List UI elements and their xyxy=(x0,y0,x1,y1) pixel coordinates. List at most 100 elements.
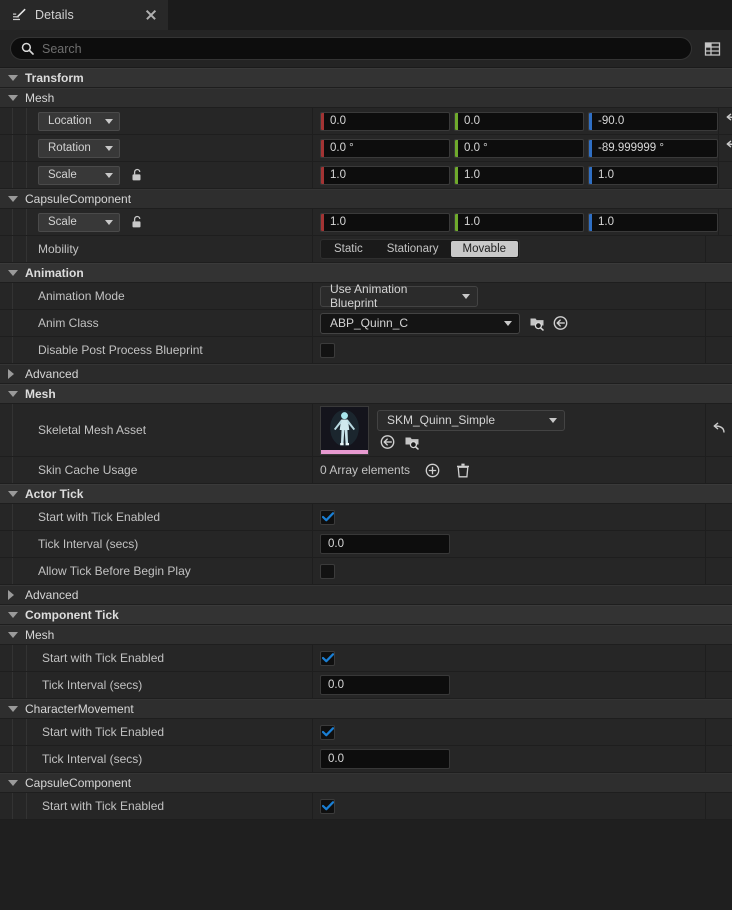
character-thumbnail[interactable] xyxy=(320,405,369,455)
skeletal-mesh-asset-reset-cell xyxy=(705,404,732,456)
capsule-scale-z-field[interactable]: 1.0 xyxy=(588,212,718,232)
column-settings-icon[interactable] xyxy=(700,37,724,61)
details-panel: Details Search Transform Mesh Location 0… xyxy=(0,0,732,910)
location-z-field[interactable]: -90.0 xyxy=(588,111,718,131)
scale-x-field[interactable]: 1.0 xyxy=(320,165,450,185)
category-actor-tick-advanced[interactable]: Advanced xyxy=(0,585,732,605)
disable-ppbp-checkbox[interactable] xyxy=(320,342,335,358)
browse-asset-icon[interactable] xyxy=(404,434,421,451)
search-input[interactable]: Search xyxy=(10,37,692,60)
capsule-scale-vector: 1.0 1.0 1.0 xyxy=(320,212,718,232)
reset-arrow-icon[interactable] xyxy=(724,140,732,157)
ctcharmove-tick-interval-reset-cell xyxy=(705,746,732,772)
anim-class-dropdown[interactable]: ABP_Quinn_C xyxy=(320,312,520,334)
mobility-option-static[interactable]: Static xyxy=(322,241,375,257)
rotation-x-field[interactable]: 0.0 ° xyxy=(320,138,450,158)
row-label-cell: Tick Interval (secs) xyxy=(0,672,313,698)
ctmesh-start-with-tick-checkbox[interactable] xyxy=(320,650,335,666)
anim-class-value: ABP_Quinn_C xyxy=(330,316,409,330)
rotation-x-value: 0.0 ° xyxy=(330,142,354,154)
chevron-down-icon xyxy=(105,219,113,225)
row-value-cell xyxy=(313,645,705,671)
capsule-scale-y-value: 1.0 xyxy=(464,216,480,228)
row-value-cell xyxy=(313,504,705,530)
location-dropdown[interactable]: Location xyxy=(38,111,121,131)
location-x-field[interactable]: 0.0 xyxy=(320,111,450,131)
category-component-tick[interactable]: Component Tick xyxy=(0,605,732,625)
mobility-option-stationary[interactable]: Stationary xyxy=(375,241,451,257)
skeletal-mesh-asset-label: Skeletal Mesh Asset xyxy=(38,423,147,437)
actor-tick-interval-field[interactable]: 0.0 xyxy=(320,534,450,554)
capsule-scale-label: Scale xyxy=(48,216,77,228)
category-component-tick-charactermovement[interactable]: CharacterMovement xyxy=(0,699,732,719)
ctcapsule-start-with-tick-reset-cell xyxy=(705,793,732,819)
location-y-field[interactable]: 0.0 xyxy=(454,111,584,131)
category-mesh[interactable]: Mesh xyxy=(0,384,732,404)
actor-start-with-tick-checkbox[interactable] xyxy=(320,509,335,525)
row-value-cell: ABP_Quinn_C xyxy=(313,310,705,336)
scale-reset-cell xyxy=(718,162,732,188)
capsule-scale-y-field[interactable]: 1.0 xyxy=(454,212,584,232)
close-icon[interactable] xyxy=(144,8,158,22)
reset-arrow-icon[interactable] xyxy=(724,113,732,130)
browse-asset-icon[interactable] xyxy=(529,315,546,332)
scale-label: Scale xyxy=(48,169,77,181)
row-label-cell: Start with Tick Enabled xyxy=(0,719,313,745)
ctmesh-tick-interval-label: Tick Interval (secs) xyxy=(42,678,143,692)
ctcharmove-tick-interval-field[interactable]: 0.0 xyxy=(320,749,450,769)
capsule-scale-dropdown[interactable]: Scale xyxy=(38,212,120,232)
row-label-cell: Start with Tick Enabled xyxy=(0,504,313,530)
capsule-scale-x-field[interactable]: 1.0 xyxy=(320,212,450,232)
rotation-z-field[interactable]: -89.999999 ° xyxy=(588,138,718,158)
category-component-tick-capsulecomponent[interactable]: CapsuleComponent xyxy=(0,773,732,793)
category-label: Animation xyxy=(25,266,84,280)
use-selected-asset-icon[interactable] xyxy=(379,434,396,451)
chevron-down-icon xyxy=(105,172,113,178)
category-capsulecomponent[interactable]: CapsuleComponent xyxy=(0,189,732,209)
scale-dropdown[interactable]: Scale xyxy=(38,165,120,185)
add-element-icon[interactable] xyxy=(424,462,441,479)
category-animation[interactable]: Animation xyxy=(0,263,732,283)
mobility-option-movable[interactable]: Movable xyxy=(450,241,519,257)
category-transform-mesh[interactable]: Mesh xyxy=(0,88,732,108)
delete-all-icon[interactable] xyxy=(455,462,472,479)
rotation-y-field[interactable]: 0.0 ° xyxy=(454,138,584,158)
actor-tick-interval-value: 0.0 xyxy=(328,538,344,550)
allow-tick-before-begin-label: Allow Tick Before Begin Play xyxy=(38,564,191,578)
chevron-right-icon xyxy=(8,369,14,379)
tab-details[interactable]: Details xyxy=(0,0,168,30)
scale-z-field[interactable]: 1.0 xyxy=(588,165,718,185)
rotation-reset-cell xyxy=(718,135,732,161)
unlock-icon[interactable] xyxy=(130,215,144,229)
chevron-right-icon xyxy=(8,590,14,600)
row-value-cell: 0.0 xyxy=(313,672,705,698)
chevron-down-icon xyxy=(8,391,18,397)
reset-arrow-icon[interactable] xyxy=(711,422,728,439)
animation-mode-dropdown[interactable]: Use Animation Blueprint xyxy=(320,282,478,310)
animation-mode-label: Animation Mode xyxy=(38,289,125,303)
scale-y-field[interactable]: 1.0 xyxy=(454,165,584,185)
ctcapsule-start-with-tick-checkbox[interactable] xyxy=(320,798,335,814)
ctcharmove-start-with-tick-checkbox[interactable] xyxy=(320,724,335,740)
category-component-tick-mesh[interactable]: Mesh xyxy=(0,625,732,645)
row-label-cell: Tick Interval (secs) xyxy=(0,746,313,772)
ctmesh-tick-interval-field[interactable]: 0.0 xyxy=(320,675,450,695)
category-actor-tick[interactable]: Actor Tick xyxy=(0,484,732,504)
rotation-dropdown[interactable]: Rotation xyxy=(38,138,120,158)
animation-mode-reset-cell xyxy=(705,283,732,309)
category-transform[interactable]: Transform xyxy=(0,68,732,88)
mobility-reset-cell xyxy=(705,236,732,262)
skeletal-mesh-asset-value: SKM_Quinn_Simple xyxy=(387,413,496,427)
row-rotation: Rotation 0.0 ° 0.0 ° -89.999999 ° xyxy=(0,135,732,162)
allow-tick-before-begin-checkbox[interactable] xyxy=(320,563,335,579)
unlock-icon[interactable] xyxy=(130,168,144,182)
properties-scroll-area[interactable]: Transform Mesh Location 0.0 0.0 -90.0 Ro… xyxy=(0,68,732,910)
row-value-cell: Static Stationary Movable xyxy=(313,236,705,262)
row-value-cell: 1.0 1.0 1.0 xyxy=(313,209,718,235)
row-anim-class: Anim Class ABP_Quinn_C xyxy=(0,310,732,337)
skeletal-mesh-asset-buttons xyxy=(377,434,565,451)
category-animation-advanced[interactable]: Advanced xyxy=(0,364,732,384)
skeletal-mesh-asset-dropdown[interactable]: SKM_Quinn_Simple xyxy=(377,409,565,431)
use-selected-asset-icon[interactable] xyxy=(552,315,569,332)
category-label: Advanced xyxy=(25,588,79,602)
